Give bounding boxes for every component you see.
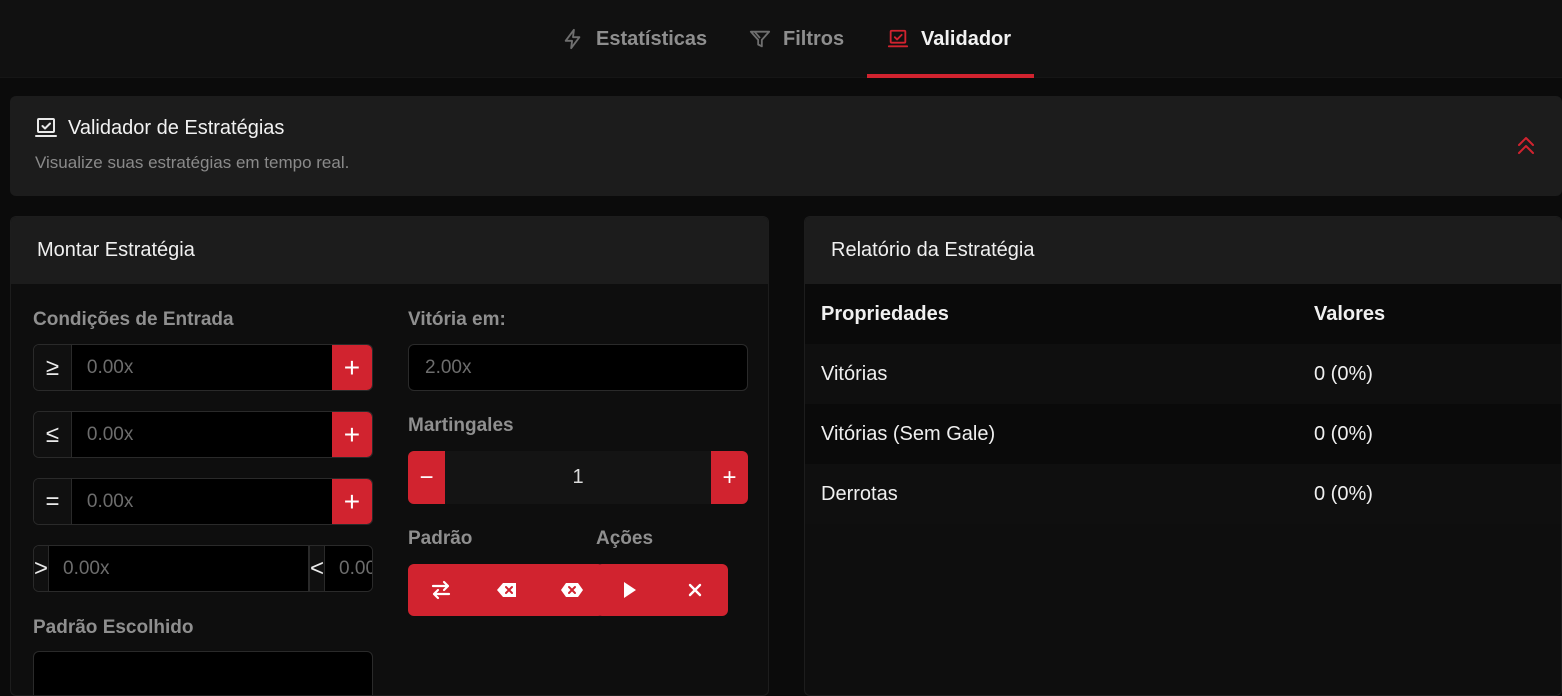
lightning-icon — [564, 28, 581, 50]
tab-filtros[interactable]: Filtros — [749, 0, 844, 78]
clear-pattern-button[interactable] — [539, 564, 604, 616]
chevrons-up-icon[interactable] — [1516, 134, 1536, 158]
condition-row-range: > < + — [33, 545, 373, 592]
condition-row-eq: = + — [33, 478, 373, 525]
backspace-pattern-button[interactable] — [474, 564, 539, 616]
actions-button-group — [596, 564, 728, 616]
actions-label: Ações — [596, 528, 654, 549]
range-min-input[interactable] — [49, 546, 310, 591]
operator-lte: ≤ — [34, 412, 72, 457]
strategy-report-panel: Relatório da Estratégia Propriedades Val… — [804, 216, 1562, 696]
operator-gt: > — [34, 546, 50, 591]
top-navigation: Estatísticas Filtros Validador — [0, 0, 1562, 78]
tab-label: Estatísticas — [596, 27, 708, 50]
condition-row-lte: ≤ + — [33, 411, 373, 458]
condition-input-gte[interactable] — [71, 345, 332, 390]
operator-lt: < — [309, 546, 326, 591]
tab-label: Validador — [921, 27, 1012, 50]
pattern-label: Padrão — [408, 528, 473, 549]
swap-arrows-icon — [431, 580, 451, 600]
column-header-properties: Propriedades — [821, 302, 949, 325]
play-button[interactable] — [596, 564, 662, 616]
victory-input[interactable] — [408, 344, 748, 391]
tab-estatisticas[interactable]: Estatísticas — [562, 0, 707, 78]
chosen-pattern-box — [33, 651, 373, 695]
table-row: Vitórias 0 (0%) — [805, 344, 1561, 404]
laptop-check-icon — [35, 118, 57, 137]
column-header-values: Valores — [1314, 302, 1386, 325]
decrement-button[interactable]: − — [408, 451, 445, 504]
range-max-input[interactable] — [325, 546, 372, 591]
property-cell: Vitórias (Sem Gale) — [821, 422, 996, 445]
panel-title: Relatório da Estratégia — [805, 217, 1561, 284]
table-row: Derrotas 0 (0%) — [805, 464, 1561, 524]
martingales-stepper: − 1 + — [408, 451, 748, 504]
validator-banner: Validador de Estratégias Visualize suas … — [10, 96, 1562, 196]
value-cell: 0 (0%) — [1314, 362, 1373, 385]
entry-conditions-label: Condições de Entrada — [33, 309, 234, 330]
add-condition-button[interactable]: + — [331, 345, 372, 390]
property-cell: Derrotas — [821, 482, 898, 505]
filter-icon — [749, 30, 771, 48]
banner-title-text: Validador de Estratégias — [68, 116, 285, 139]
value-cell: 0 (0%) — [1314, 482, 1373, 505]
laptop-check-icon — [887, 29, 909, 48]
condition-input-eq[interactable] — [71, 479, 332, 524]
report-table: Propriedades Valores Vitórias 0 (0%) Vit… — [805, 284, 1561, 524]
property-cell: Vitórias — [821, 362, 888, 385]
stop-button[interactable] — [662, 564, 728, 616]
clear-tag-icon — [560, 583, 583, 597]
martingales-label: Martingales — [408, 415, 514, 436]
operator-gte: ≥ — [34, 345, 72, 390]
chosen-pattern-label: Padrão Escolhido — [33, 617, 194, 638]
add-condition-button[interactable]: + — [331, 479, 372, 524]
victory-label: Vitória em: — [408, 309, 506, 330]
swap-pattern-button[interactable] — [408, 564, 474, 616]
increment-button[interactable]: + — [711, 451, 748, 504]
banner-subtitle: Visualize suas estratégias em tempo real… — [35, 153, 350, 172]
condition-row-gte: ≥ + — [33, 344, 373, 391]
martingales-value: 1 — [572, 466, 584, 488]
tab-label: Filtros — [783, 27, 845, 50]
close-icon — [688, 583, 702, 597]
backspace-icon — [496, 583, 516, 597]
value-cell: 0 (0%) — [1314, 422, 1373, 445]
active-tab-indicator — [867, 74, 1034, 78]
strategy-builder-panel: Montar Estratégia Condições de Entrada ≥… — [10, 216, 769, 696]
pattern-button-group — [408, 564, 604, 616]
tab-validador[interactable]: Validador — [887, 0, 1011, 78]
panel-title: Montar Estratégia — [11, 217, 768, 284]
operator-eq: = — [34, 479, 72, 524]
table-row: Vitórias (Sem Gale) 0 (0%) — [805, 404, 1561, 464]
banner-title: Validador de Estratégias — [34, 116, 284, 140]
add-condition-button[interactable]: + — [331, 412, 372, 457]
table-header-row: Propriedades Valores — [805, 284, 1561, 344]
condition-input-lte[interactable] — [71, 412, 332, 457]
play-icon — [624, 582, 636, 598]
